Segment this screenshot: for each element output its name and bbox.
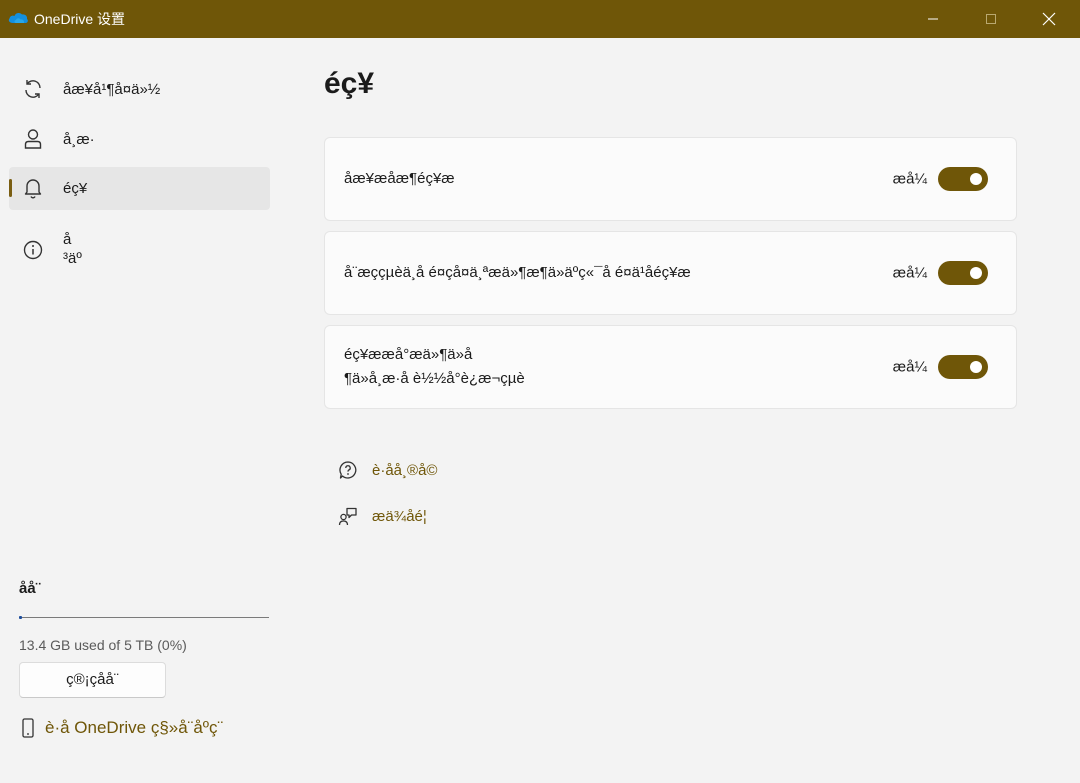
storage-usage-text: 13.4 GB used of 5 TB (0%)	[19, 637, 187, 653]
give-feedback-link[interactable]: æä¾åé¦	[338, 505, 427, 527]
title-bar: OneDrive 设置	[0, 0, 1080, 38]
sidebar-item-label: å ³äº	[63, 231, 82, 267]
bell-icon	[24, 179, 42, 199]
toggle-state-label: æå¼	[892, 170, 927, 188]
toggle-knob	[970, 267, 982, 279]
storage-title: åå¨	[19, 580, 41, 597]
sidebar-item-sync-backup[interactable]: åæ¥å¹¶å¤ä»½	[9, 67, 270, 111]
sidebar-item-label: åæ¥å¹¶å¤ä»½	[63, 81, 161, 98]
setting-label: å¨æççµèä¸å é¤çå¤ä¸ªæä»¶æ¶ä»äºç«¯å é¤ä¹åé…	[344, 264, 691, 281]
phone-icon	[22, 718, 34, 738]
notify-delete-toggle[interactable]	[938, 261, 988, 285]
sync-icon	[25, 80, 41, 98]
setting-card: éç¥ææå°æä»¶ä»å ¶ä»å¸æ·å è½½å°è¿æ¬çµè æå¼	[324, 325, 1017, 409]
info-icon	[23, 240, 43, 260]
sidebar-item-notifications[interactable]: éç¥	[9, 167, 270, 210]
close-icon	[1042, 12, 1056, 26]
sidebar-item-label: å¸æ·	[63, 131, 95, 148]
account-icon	[24, 129, 42, 149]
page-title: éç¥	[324, 67, 375, 100]
notify-sync-toggle[interactable]	[938, 167, 988, 191]
toggle-state-label: æå¼	[892, 358, 927, 376]
setting-label: éç¥ææå°æä»¶ä»å ¶ä»å¸æ·å è½½å°è¿æ¬çµè	[344, 346, 525, 387]
setting-card: å¨æççµèä¸å é¤çå¤ä¸ªæä»¶æ¶ä»äºç«¯å é¤ä¹åé…	[324, 231, 1017, 315]
active-indicator	[9, 179, 12, 197]
sidebar-item-account[interactable]: å¸æ·	[9, 117, 270, 161]
minimize-icon	[928, 18, 938, 20]
storage-progress-bar	[19, 616, 269, 619]
get-help-label: è·åå¸®å©	[372, 461, 438, 479]
setting-label: åæ¥æåæ¶éç¥æ	[344, 170, 455, 187]
sidebar-item-about[interactable]: å ³äº	[9, 222, 270, 278]
sidebar-item-label: éç¥	[63, 180, 88, 197]
manage-storage-button[interactable]: ç®¡çåå¨	[19, 662, 166, 698]
toggle-knob	[970, 361, 982, 373]
toggle-state-label: æå¼	[892, 264, 927, 282]
window-title: OneDrive 设置	[34, 11, 126, 27]
maximize-icon	[986, 14, 996, 24]
setting-card: åæ¥æåæ¶éç¥æ æå¼	[324, 137, 1017, 221]
get-mobile-app-link[interactable]: è·å OneDrive ç§»å¨åºç¨	[19, 716, 223, 740]
give-feedback-label: æä¾åé¦	[372, 507, 427, 525]
maximize-button[interactable]	[962, 0, 1020, 38]
get-mobile-app-label: è·å OneDrive ç§»å¨åºç¨	[45, 718, 224, 737]
minimize-button[interactable]	[904, 0, 962, 38]
toggle-knob	[970, 173, 982, 185]
get-help-link[interactable]: è·åå¸®å©	[338, 459, 437, 481]
feedback-icon	[338, 507, 357, 526]
storage-progress-fill	[19, 616, 22, 619]
onedrive-cloud-icon	[8, 12, 28, 23]
notify-other-account-toggle[interactable]	[938, 355, 988, 379]
close-button[interactable]	[1020, 0, 1078, 38]
help-chat-icon	[339, 461, 357, 479]
